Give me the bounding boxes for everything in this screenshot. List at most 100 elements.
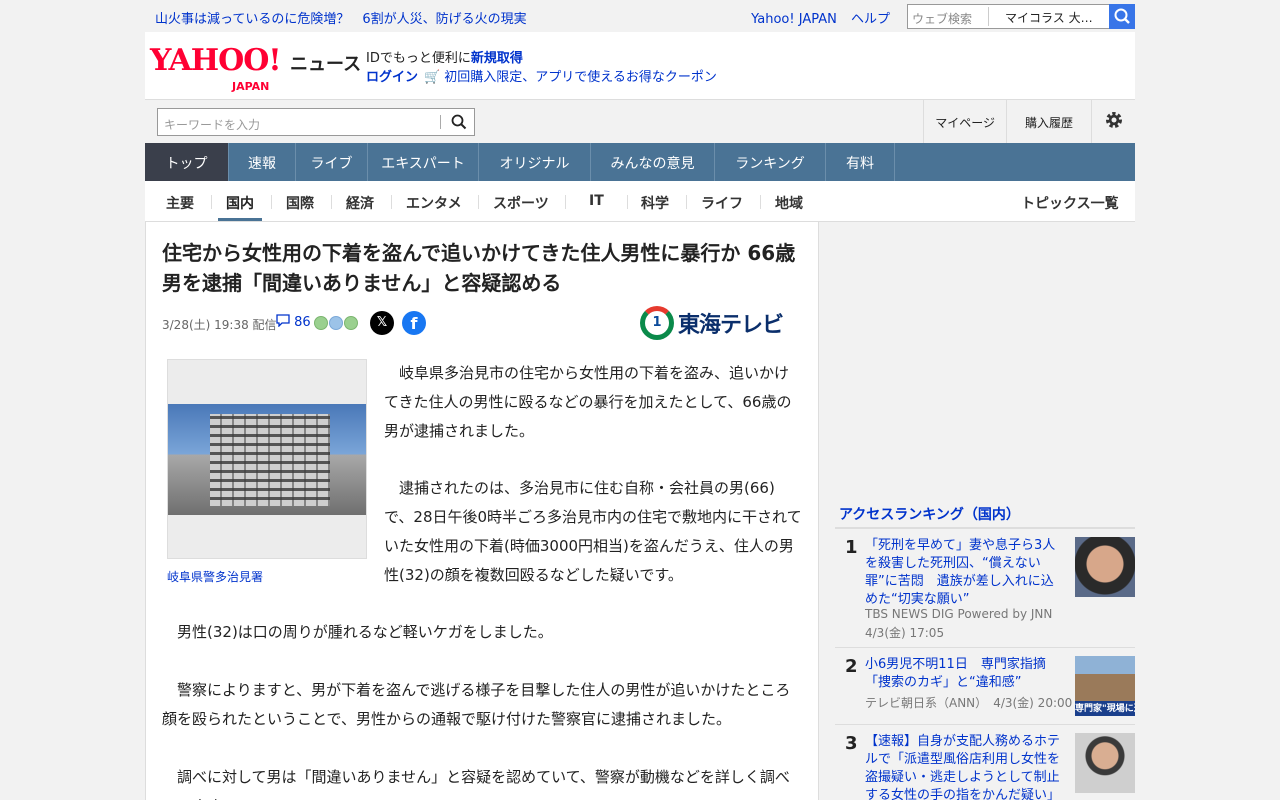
comment-link[interactable]: 86 bbox=[276, 314, 311, 330]
register-link[interactable]: 新規取得 bbox=[471, 51, 523, 66]
category-region[interactable]: 地域 bbox=[775, 193, 803, 213]
nav-top[interactable]: トップ bbox=[145, 143, 229, 181]
category-divider bbox=[627, 195, 628, 209]
ranking-thumbnail: 専門家"現場に違 bbox=[1075, 656, 1135, 716]
ranking-headline[interactable]: 「死刑を早めて」妻や息子ら3人を殺害した死刑囚、“償えない罪”に苦悶 遺族が差し… bbox=[865, 537, 1065, 609]
category-divider bbox=[211, 195, 212, 209]
web-search-input[interactable]: ウェブ検索 bbox=[912, 10, 972, 27]
nav-paid[interactable]: 有料 bbox=[826, 143, 895, 181]
web-search-button[interactable] bbox=[1109, 4, 1135, 29]
gear-icon bbox=[1106, 112, 1122, 128]
coupon-link[interactable]: 初回購入限定、アプリで使えるお得なクーポン bbox=[444, 70, 717, 85]
search-divider bbox=[440, 115, 441, 129]
article-paragraph-4: 警察によりますと、男が下着を盗んで逃げる様子を目撃した住人の男性が追いかけたとこ… bbox=[162, 681, 791, 728]
sidebar: アクセスランキング（国内） 1 「死刑を早めて」妻や息子ら3人を殺害した死刑囚、… bbox=[835, 222, 1135, 800]
web-search-scope[interactable]: マイコラス 大… bbox=[988, 7, 1098, 26]
keyword-input[interactable]: キーワードを入力 bbox=[164, 116, 260, 133]
comment-icon bbox=[276, 314, 290, 328]
account-links: マイページ 購入履歴 bbox=[923, 100, 1135, 144]
id-promo-text: IDでもっと便利に bbox=[366, 51, 471, 66]
ranking-thumbnail bbox=[1075, 733, 1135, 793]
ranking-number: 3 bbox=[845, 733, 858, 754]
ranking-thumbnail bbox=[1075, 537, 1135, 597]
article-date: 3/28(土) 19:38 bbox=[162, 318, 249, 332]
top-strip-inner: 山火事は減っているのに危険増？ 6割が人災、防げる火の現実 Yahoo! JAP… bbox=[145, 0, 1135, 32]
category-sports[interactable]: スポーツ bbox=[493, 193, 549, 213]
ranking-separator bbox=[835, 647, 1135, 648]
category-economy[interactable]: 経済 bbox=[346, 193, 374, 213]
category-life[interactable]: ライフ bbox=[701, 193, 743, 213]
ranking-number: 2 bbox=[845, 656, 858, 677]
active-category-indicator bbox=[218, 218, 262, 221]
x-share-icon[interactable]: 𝕏 bbox=[370, 311, 394, 335]
ranking-item-3[interactable]: 3 【速報】自身が支配人務めるホテルで「派遣型風俗店利用し女性を盗撮疑い・逃走し… bbox=[835, 733, 1135, 800]
comment-count: 86 bbox=[294, 315, 311, 330]
reaction-icon bbox=[329, 316, 343, 330]
nav-opinion[interactable]: みんなの意見 bbox=[591, 143, 715, 181]
category-international[interactable]: 国際 bbox=[286, 193, 314, 213]
facebook-share-icon[interactable]: f bbox=[402, 311, 426, 335]
login-row: ログイン 🛒 初回購入限定、アプリで使えるお得なクーポン bbox=[366, 66, 717, 85]
top-links: Yahoo! JAPAN ヘルプ bbox=[741, 8, 890, 27]
article-meta: 3/28(土) 19:38 配信 bbox=[162, 316, 277, 333]
ranking-number: 1 bbox=[845, 537, 858, 558]
reaction-icon bbox=[314, 316, 328, 330]
ranking-divider bbox=[835, 527, 1135, 529]
yahoo-japan-link[interactable]: Yahoo! JAPAN bbox=[751, 12, 837, 27]
police-station-image bbox=[168, 404, 366, 515]
nav-original[interactable]: オリジナル bbox=[479, 143, 591, 181]
nav-expert[interactable]: エキスパート bbox=[368, 143, 479, 181]
web-search-box[interactable]: ウェブ検索 マイコラス 大… bbox=[907, 4, 1135, 29]
nav-ranking[interactable]: ランキング bbox=[715, 143, 826, 181]
ranking-separator bbox=[835, 724, 1135, 725]
help-link[interactable]: ヘルプ bbox=[851, 12, 890, 27]
topics-list-link[interactable]: トピックス一覧 bbox=[1021, 193, 1119, 213]
ranking-item-2[interactable]: 2 小6男児不明11日 専門家指摘「捜索のカギ」と“違和感” テレビ朝日系（AN… bbox=[835, 656, 1135, 726]
category-domestic[interactable]: 国内 bbox=[226, 193, 254, 213]
logo-japan: JAPAN bbox=[232, 80, 270, 93]
category-divider bbox=[760, 195, 761, 209]
main-nav: トップ 速報 ライブ エキスパート オリジナル みんなの意見 ランキング 有料 bbox=[145, 143, 1135, 181]
reaction-icon bbox=[344, 316, 358, 330]
photo-caption[interactable]: 岐阜県警多治見署 bbox=[167, 568, 263, 585]
category-divider bbox=[331, 195, 332, 209]
ranking-source: テレビ朝日系（ANN） 4/3(金) 20:00 bbox=[865, 696, 1073, 710]
category-science[interactable]: 科学 bbox=[641, 193, 669, 213]
top-headline-link[interactable]: 山火事は減っているのに危険増？ 6割が人災、防げる火の現実 bbox=[155, 8, 527, 27]
search-row: キーワードを入力 マイページ 購入履歴 bbox=[145, 99, 1135, 144]
keyword-search-box[interactable]: キーワードを入力 bbox=[157, 108, 475, 136]
article-photo[interactable] bbox=[167, 359, 367, 559]
search-icon[interactable] bbox=[450, 113, 468, 131]
category-nav: 主要 国内 国際 経済 エンタメ スポーツ IT 科学 ライフ 地域 トピックス… bbox=[145, 181, 1135, 222]
category-divider bbox=[686, 195, 687, 209]
ranking-item-1[interactable]: 1 「死刑を早めて」妻や息子ら3人を殺害した死刑囚、“償えない罪”に苦悶 遺族が… bbox=[835, 537, 1135, 647]
provider-name: 東海テレビ bbox=[678, 313, 784, 338]
article-distributed: 配信 bbox=[252, 318, 277, 332]
logo-service: ニュース bbox=[290, 54, 362, 75]
logo-yahoo: YAHOO! bbox=[150, 43, 282, 78]
category-it[interactable]: IT bbox=[589, 193, 604, 209]
mypage-link[interactable]: マイページ bbox=[923, 100, 1006, 144]
settings-button[interactable] bbox=[1091, 100, 1135, 144]
article-paragraph-5: 調べに対して男は「間違いありません」と容疑を認めていて、警察が動機などを詳しく調… bbox=[162, 768, 790, 800]
ranking-time: 4/3(金) 17:05 bbox=[865, 626, 945, 640]
article: 住宅から女性用の下着を盗んで追いかけてきた住人男性に暴行か 66歳男を逮捕「間違… bbox=[145, 222, 819, 800]
provider-logo[interactable]: 1 東海テレビ bbox=[640, 306, 784, 340]
thumbnail-caption: 専門家"現場に違 bbox=[1075, 704, 1135, 714]
yahoo-news-logo[interactable]: YAHOO! JAPAN ニュース bbox=[150, 43, 361, 94]
article-paragraph-1: 岐阜県多治見市の住宅から女性用の下着を盗み、追いかけてきた住人の男性に殴るなどの… bbox=[384, 364, 792, 440]
login-link[interactable]: ログイン bbox=[366, 70, 418, 85]
purchase-history-link[interactable]: 購入履歴 bbox=[1005, 100, 1091, 144]
search-icon bbox=[1114, 8, 1130, 24]
category-entertainment[interactable]: エンタメ bbox=[406, 193, 462, 213]
cart-icon: 🛒 bbox=[424, 70, 441, 85]
nav-live[interactable]: ライブ bbox=[296, 143, 368, 181]
ranking-headline[interactable]: 【速報】自身が支配人務めるホテルで「派遣型風俗店利用し女性を盗撮疑い・逃走しよう… bbox=[865, 733, 1065, 800]
category-divider bbox=[271, 195, 272, 209]
ranking-source: TBS NEWS DIG Powered by JNN bbox=[865, 607, 1053, 621]
ranking-title[interactable]: アクセスランキング（国内） bbox=[839, 504, 1020, 524]
ranking-headline[interactable]: 小6男児不明11日 専門家指摘「捜索のカギ」と“違和感” bbox=[865, 656, 1065, 692]
category-main[interactable]: 主要 bbox=[166, 193, 194, 213]
category-divider bbox=[391, 195, 392, 209]
nav-breaking[interactable]: 速報 bbox=[229, 143, 296, 181]
